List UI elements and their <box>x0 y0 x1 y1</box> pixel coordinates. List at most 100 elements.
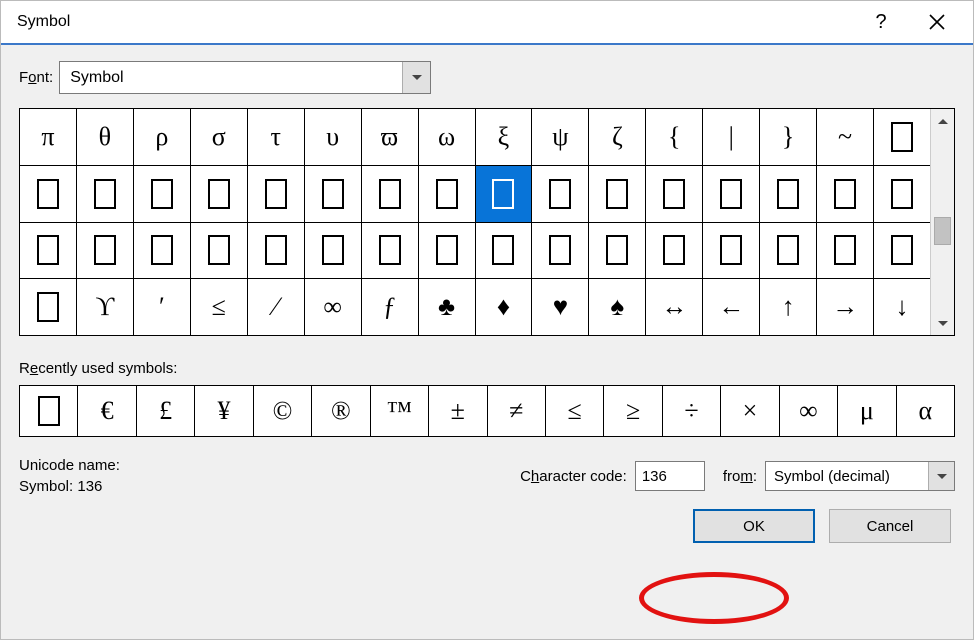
recent-cell[interactable]: ™ <box>371 386 429 436</box>
grid-cell[interactable] <box>476 223 533 279</box>
recent-cell[interactable]: ® <box>312 386 370 436</box>
grid-cell[interactable] <box>874 166 930 222</box>
recent-cell[interactable]: α <box>897 386 954 436</box>
recent-cell[interactable]: × <box>721 386 779 436</box>
font-select-dropdown[interactable] <box>402 62 430 93</box>
grid-cell[interactable]: ′ <box>134 279 191 335</box>
grid-cell[interactable]: θ <box>77 109 134 165</box>
grid-cell[interactable]: ↑ <box>760 279 817 335</box>
grid-cell[interactable] <box>589 223 646 279</box>
recent-cell[interactable]: ≠ <box>488 386 546 436</box>
recent-cell[interactable]: ÷ <box>663 386 721 436</box>
close-button[interactable] <box>909 0 965 44</box>
grid-scrollbar[interactable] <box>930 109 954 335</box>
grid-cell[interactable]: } <box>760 109 817 165</box>
grid-cell[interactable]: ξ <box>476 109 533 165</box>
grid-cell[interactable]: ♦ <box>476 279 533 335</box>
grid-cell[interactable]: ϒ <box>77 279 134 335</box>
grid-cell[interactable] <box>589 166 646 222</box>
from-select-dropdown[interactable] <box>928 462 954 490</box>
grid-cell[interactable] <box>134 166 191 222</box>
grid-cell[interactable]: ♥ <box>532 279 589 335</box>
recent-cell[interactable]: ≤ <box>546 386 604 436</box>
grid-cell[interactable] <box>703 223 760 279</box>
grid-cell[interactable]: ≤ <box>191 279 248 335</box>
grid-cell[interactable]: ψ <box>532 109 589 165</box>
grid-cell[interactable] <box>476 166 533 222</box>
grid-cell[interactable]: { <box>646 109 703 165</box>
recent-cell[interactable]: © <box>254 386 312 436</box>
grid-cell[interactable] <box>874 109 930 165</box>
grid-cell[interactable] <box>760 223 817 279</box>
grid-cell[interactable]: ω <box>419 109 476 165</box>
grid-cell[interactable]: ρ <box>134 109 191 165</box>
recent-cell[interactable]: μ <box>838 386 896 436</box>
grid-cell[interactable] <box>817 166 874 222</box>
grid-cell[interactable]: π <box>20 109 77 165</box>
grid-cell[interactable] <box>305 166 362 222</box>
ok-highlight-annotation <box>639 572 789 624</box>
grid-cell[interactable]: ← <box>703 279 760 335</box>
scroll-thumb[interactable] <box>934 217 951 245</box>
recent-cell[interactable]: € <box>78 386 136 436</box>
empty-glyph-box <box>834 235 856 265</box>
recent-cell[interactable] <box>20 386 78 436</box>
grid-cell[interactable] <box>20 279 77 335</box>
grid-cell[interactable] <box>532 223 589 279</box>
empty-glyph-box <box>492 179 514 209</box>
grid-cell[interactable] <box>703 166 760 222</box>
grid-cell[interactable] <box>20 223 77 279</box>
grid-cell[interactable] <box>191 223 248 279</box>
grid-cell[interactable] <box>77 166 134 222</box>
grid-cell[interactable]: → <box>817 279 874 335</box>
grid-cell[interactable]: σ <box>191 109 248 165</box>
scroll-down-button[interactable] <box>931 311 954 335</box>
empty-glyph-box <box>151 179 173 209</box>
grid-cell[interactable]: ⁄ <box>248 279 305 335</box>
cancel-button[interactable]: Cancel <box>829 509 951 543</box>
grid-cell[interactable] <box>362 166 419 222</box>
grid-cell[interactable] <box>20 166 77 222</box>
grid-cell[interactable] <box>362 223 419 279</box>
recent-cell[interactable]: ± <box>429 386 487 436</box>
grid-cell[interactable]: ζ <box>589 109 646 165</box>
grid-cell[interactable] <box>77 223 134 279</box>
grid-cell[interactable]: ♣ <box>419 279 476 335</box>
grid-cell[interactable] <box>817 223 874 279</box>
ok-button[interactable]: OK <box>693 509 815 543</box>
grid-cell[interactable]: ƒ <box>362 279 419 335</box>
grid-cell[interactable]: τ <box>248 109 305 165</box>
grid-cell[interactable]: ↔ <box>646 279 703 335</box>
grid-cell[interactable] <box>532 166 589 222</box>
grid-cell[interactable]: ♠ <box>589 279 646 335</box>
grid-cell[interactable] <box>305 223 362 279</box>
grid-cell[interactable] <box>646 166 703 222</box>
font-select[interactable]: Symbol <box>59 61 431 94</box>
grid-cell[interactable] <box>760 166 817 222</box>
help-button[interactable]: ? <box>853 0 909 44</box>
grid-cell[interactable] <box>419 166 476 222</box>
grid-cell[interactable] <box>419 223 476 279</box>
grid-cell[interactable] <box>248 166 305 222</box>
unicode-name-label: Unicode name: <box>19 457 512 474</box>
character-code-input[interactable]: 136 <box>635 461 705 491</box>
recent-cell[interactable]: ≥ <box>604 386 662 436</box>
grid-cell[interactable] <box>248 223 305 279</box>
from-select[interactable]: Symbol (decimal) <box>765 461 955 491</box>
grid-cell[interactable]: | <box>703 109 760 165</box>
grid-cell[interactable]: υ <box>305 109 362 165</box>
grid-cell[interactable] <box>191 166 248 222</box>
grid-cell[interactable] <box>134 223 191 279</box>
scroll-up-button[interactable] <box>931 109 954 133</box>
empty-glyph-box <box>208 179 230 209</box>
recent-cell[interactable]: £ <box>137 386 195 436</box>
grid-cell[interactable]: ↓ <box>874 279 930 335</box>
recent-cell[interactable]: ¥ <box>195 386 253 436</box>
recent-cell[interactable]: ∞ <box>780 386 838 436</box>
grid-cell[interactable] <box>646 223 703 279</box>
grid-cell[interactable]: ϖ <box>362 109 419 165</box>
grid-cell[interactable] <box>874 223 930 279</box>
grid-cell[interactable]: ~ <box>817 109 874 165</box>
grid-cell[interactable]: ∞ <box>305 279 362 335</box>
symbol-grid: πθρστυϖωξψζ{|}~ ϒ′≤⁄∞ƒ♣♦♥♠↔←↑→↓ <box>19 108 955 336</box>
